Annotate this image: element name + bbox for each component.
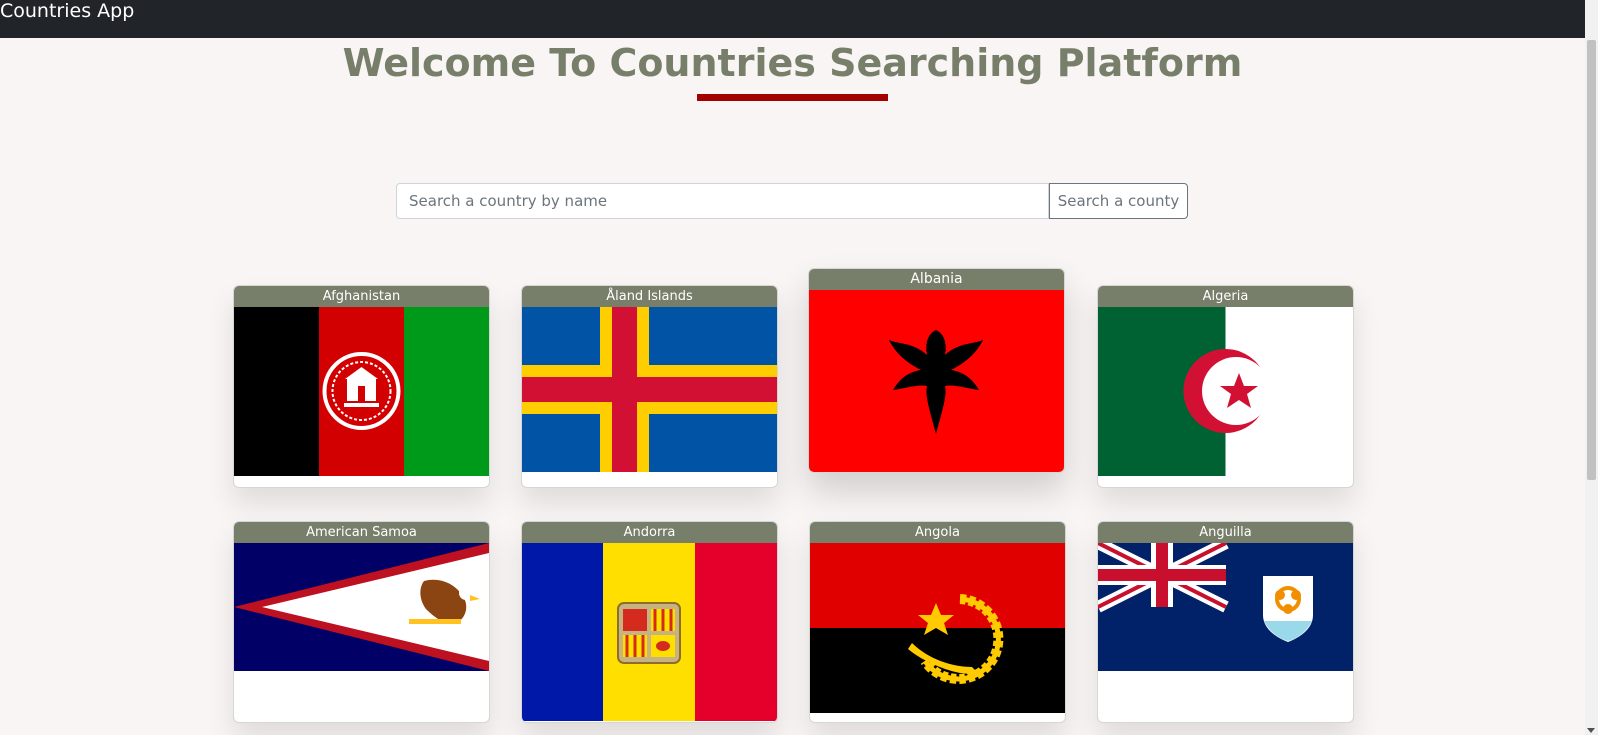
navbar: Countries App (0, 0, 1598, 38)
search-input[interactable] (396, 183, 1049, 219)
country-name: Algeria (1098, 286, 1353, 307)
country-card-american-samoa[interactable]: American Samoa (233, 521, 490, 723)
country-card-albania[interactable]: Albania (808, 268, 1065, 473)
scrollbar[interactable] (1585, 0, 1598, 735)
country-card-angola[interactable]: Angola (809, 521, 1066, 723)
country-card-algeria[interactable]: Algeria (1097, 285, 1354, 488)
country-card-anguilla[interactable]: Anguilla (1097, 521, 1354, 723)
country-card-aland-islands[interactable]: Åland Islands (521, 285, 778, 488)
american-samoa-flag-icon (234, 543, 489, 671)
anguilla-flag-icon (1098, 543, 1353, 671)
country-name: Andorra (522, 522, 777, 543)
aland-islands-flag-icon (522, 307, 777, 472)
country-card-andorra[interactable]: Andorra (521, 521, 778, 723)
search-button[interactable]: Search a county (1049, 183, 1188, 219)
brand-link[interactable]: Countries App (0, 0, 134, 22)
page-title: Welcome To Countries Searching Platform (342, 41, 1243, 85)
country-name: Albania (809, 269, 1064, 290)
algeria-flag-icon (1098, 307, 1353, 476)
country-name: Afghanistan (234, 286, 489, 307)
country-name: Anguilla (1098, 522, 1353, 543)
albania-flag-icon (809, 290, 1064, 472)
scroll-down-arrow-icon[interactable] (1587, 728, 1595, 733)
afghanistan-flag-icon (234, 307, 489, 476)
country-name: Åland Islands (522, 286, 777, 307)
country-card-afghanistan[interactable]: Afghanistan (233, 285, 490, 488)
title-underline (697, 94, 888, 101)
scrollbar-thumb[interactable] (1587, 40, 1596, 480)
andorra-flag-icon (522, 543, 777, 721)
angola-flag-icon (810, 543, 1065, 713)
country-name: American Samoa (234, 522, 489, 543)
country-name: Angola (810, 522, 1065, 543)
